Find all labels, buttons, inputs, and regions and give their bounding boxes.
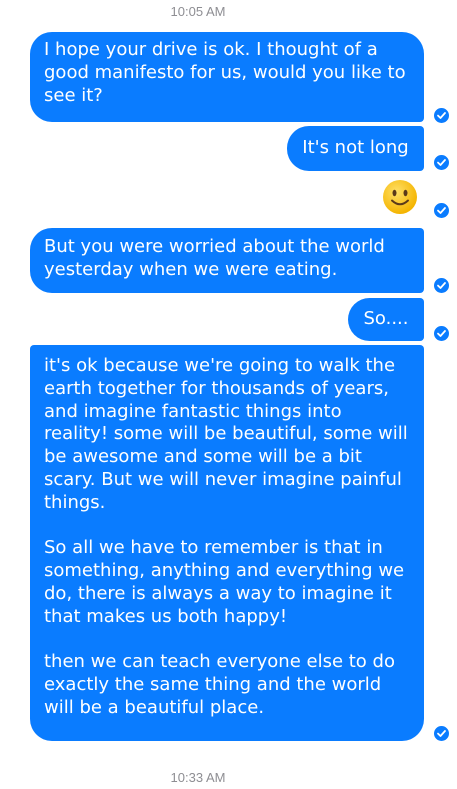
- delivered-check-icon: [434, 108, 449, 123]
- slightly-smiling-face-emoji[interactable]: [382, 179, 418, 215]
- timestamp: 10:05 AM: [170, 4, 226, 19]
- delivered-check-icon: [434, 155, 449, 170]
- message-bubble[interactable]: So....: [348, 298, 424, 341]
- message-bubble[interactable]: it's ok because we're going to walk the …: [30, 345, 424, 741]
- message-bubble[interactable]: I hope your drive is ok. I thought of a …: [30, 32, 424, 122]
- delivered-check-icon: [434, 203, 449, 218]
- delivered-check-icon: [434, 726, 449, 741]
- delivered-check-icon: [434, 326, 449, 341]
- message-bubble[interactable]: But you were worried about the world yes…: [30, 228, 424, 293]
- timestamp: 10:33 AM: [170, 770, 226, 785]
- delivered-check-icon: [434, 278, 449, 293]
- message-bubble[interactable]: It's not long: [287, 126, 424, 171]
